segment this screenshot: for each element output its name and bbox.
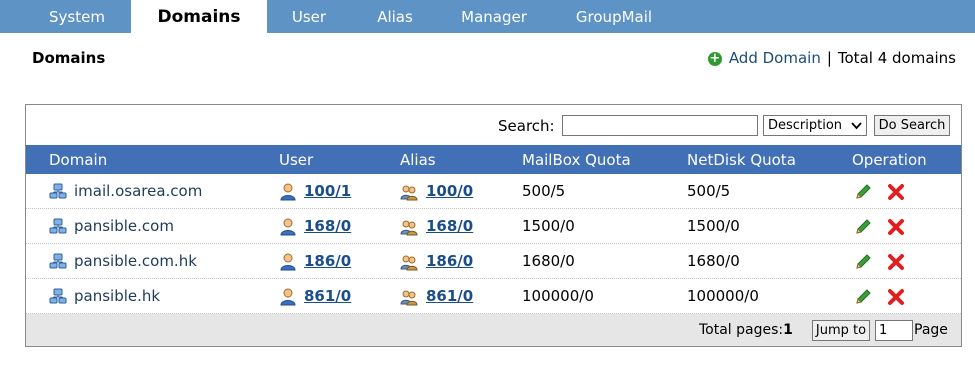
domain-name: imail.osarea.com [74,182,203,200]
tab-user[interactable]: User [272,0,346,33]
total-domains-text: Total 4 domains [837,49,956,67]
netdisk-quota: 500/5 [687,182,731,200]
pencil-icon[interactable] [854,253,872,271]
search-field-selected: Description [768,118,843,133]
header-actions: + Add Domain | Total 4 domains [707,49,956,67]
column-header-alias: Alias [400,151,436,169]
domain-name: pansible.hk [74,287,161,305]
search-bar: Search: Description Do Search [26,105,961,145]
users-group-icon [400,288,418,306]
add-domain-link[interactable]: Add Domain [729,49,821,67]
user-count-link[interactable]: 168/0 [304,217,351,235]
alias-count-link[interactable]: 861/0 [426,287,473,305]
column-header-mailbox-quota: MailBox Quota [522,151,631,169]
user-count-link[interactable]: 861/0 [304,287,351,305]
network-computer-icon [49,253,67,271]
page-number-input[interactable] [875,320,913,341]
search-field-select[interactable]: Description [763,115,867,136]
domains-panel: Search: Description Do Search Domain Use… [25,104,962,347]
red-x-icon[interactable] [887,218,905,236]
top-navigation: System Domains User Alias Manager GroupM… [0,0,975,33]
user-count-link[interactable]: 186/0 [304,252,351,270]
red-x-icon[interactable] [887,288,905,306]
user-icon [279,288,297,306]
table-header: Domain User Alias MailBox Quota NetDisk … [26,145,961,174]
total-pages-label: Total pages: [699,322,784,338]
alias-count-link[interactable]: 186/0 [426,252,473,270]
pencil-icon[interactable] [854,218,872,236]
tab-groupmail[interactable]: GroupMail [566,0,662,33]
mailbox-quota: 500/5 [522,182,566,200]
column-header-operation: Operation [852,151,927,169]
table-row: pansible.hk 861/0 861/0 100000/0 100000/… [26,279,961,314]
total-pages-count: 1 [783,322,793,338]
table-row: pansible.com 168/0 168/0 1500/0 1500/0 [26,209,961,244]
plus-circle-icon[interactable]: + [707,52,722,66]
user-icon [279,253,297,271]
tab-alias[interactable]: Alias [359,0,431,33]
netdisk-quota: 1500/0 [687,217,740,235]
network-computer-icon [49,288,67,306]
domain-name: pansible.com.hk [74,252,197,270]
column-header-user: User [279,151,314,169]
user-icon [279,218,297,236]
total-pages: Total pages:1 [699,322,793,338]
user-count-link[interactable]: 100/1 [304,182,351,200]
column-header-domain: Domain [49,151,108,169]
column-header-netdisk-quota: NetDisk Quota [687,151,796,169]
mailbox-quota: 1500/0 [522,217,575,235]
users-group-icon [400,183,418,201]
jump-to-button[interactable]: Jump to [812,320,870,341]
netdisk-quota: 100000/0 [687,287,759,305]
mailbox-quota: 1680/0 [522,252,575,270]
tab-manager[interactable]: Manager [449,0,539,33]
search-input[interactable] [562,115,758,136]
header-separator: | [826,49,832,67]
users-group-icon [400,218,418,236]
do-search-button[interactable]: Do Search [874,115,950,136]
mailbox-quota: 100000/0 [522,287,594,305]
tab-system[interactable]: System [20,0,134,33]
domain-name: pansible.com [74,217,174,235]
network-computer-icon [49,218,67,236]
network-computer-icon [49,183,67,201]
pencil-icon[interactable] [854,183,872,201]
alias-count-link[interactable]: 100/0 [426,182,473,200]
search-label: Search: [498,117,555,135]
table-row: pansible.com.hk 186/0 186/0 1680/0 1680/… [26,244,961,279]
tab-domains[interactable]: Domains [131,0,267,33]
page-suffix: Page [914,322,948,338]
user-icon [279,183,297,201]
pagination-bar: Total pages:1 Jump to Page [26,314,961,346]
users-group-icon [400,253,418,271]
red-x-icon[interactable] [887,183,905,201]
chevron-down-icon [851,116,862,141]
pencil-icon[interactable] [854,288,872,306]
page-title: Domains [32,49,106,67]
table-row: imail.osarea.com 100/1 100/0 500/5 500/5 [26,174,961,209]
alias-count-link[interactable]: 168/0 [426,217,473,235]
red-x-icon[interactable] [887,253,905,271]
netdisk-quota: 1680/0 [687,252,740,270]
